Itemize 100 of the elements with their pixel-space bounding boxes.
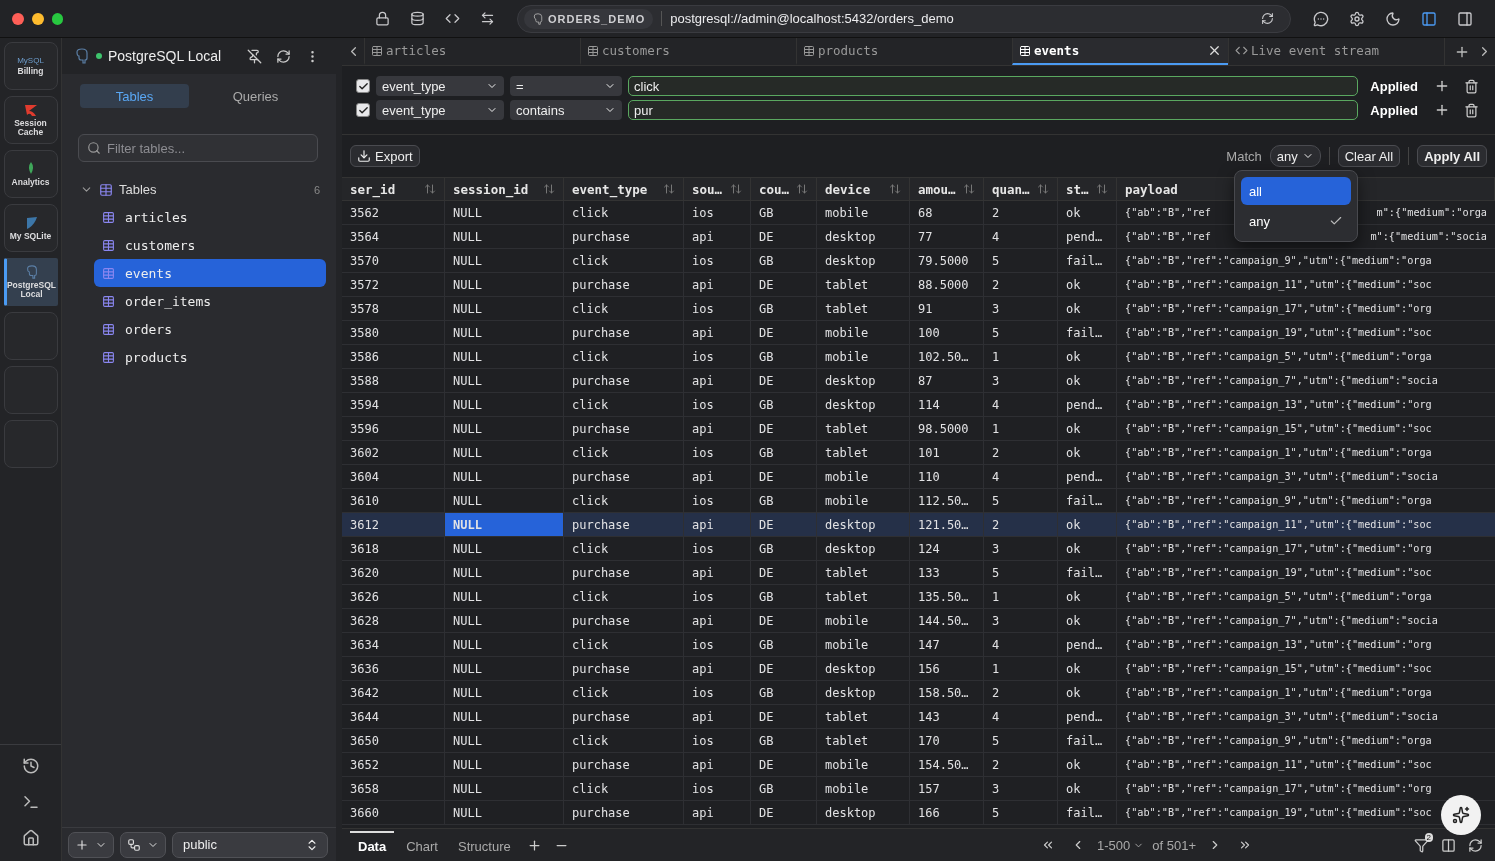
operator-select[interactable]: =	[510, 76, 622, 96]
table-row[interactable]: 3570 NULL click ios GB desktop 79.5000 5 fail… {"ab":"B","ref":"campaign_9","utm":{"medium":"orga	[342, 249, 1495, 273]
page-range-select[interactable]: 1-500	[1097, 837, 1145, 853]
sort-icon[interactable]	[1037, 183, 1049, 195]
moon-icon[interactable]	[1385, 10, 1401, 27]
table-row[interactable]: 3642 NULL click ios GB desktop 158.50… 2 ok {"ab":"B","ref":"campaign_1","utm":{"medium":"orga	[342, 681, 1495, 705]
zoom-window-button[interactable]	[51, 12, 64, 25]
table-row[interactable]: 3620 NULL purchase api DE tablet 133 5 fail… {"ab":"B","ref":"campaign_19","utm":{"medium":"soc	[342, 561, 1495, 585]
sort-icon[interactable]	[963, 183, 975, 195]
table-row[interactable]: 3578 NULL click ios GB tablet 91 3 ok {"ab":"B","ref":"campaign_17","utm":{"medium":"org	[342, 297, 1495, 321]
match-select[interactable]: any	[1269, 145, 1321, 167]
table-row[interactable]: 3588 NULL purchase api DE desktop 87 3 ok {"ab":"B","ref":"campaign_7","utm":{"medium":"socia	[342, 369, 1495, 393]
address-bar[interactable]: ORDERS_DEMO postgresql://admin@localhost:5432/orders_demo	[517, 4, 1291, 33]
table-row[interactable]: 3594 NULL click ios GB desktop 114 4 pend… {"ab":"B","ref":"campaign_13","utm":{"medium":"org	[342, 393, 1495, 417]
column-header[interactable]: event_type	[564, 178, 684, 200]
connection-tile[interactable]: MySQL Billing	[3, 42, 58, 90]
refresh-icon[interactable]	[1261, 12, 1274, 25]
column-header[interactable]: ser_id	[342, 178, 445, 200]
sort-icon[interactable]	[730, 183, 742, 195]
table-row[interactable]: 3626 NULL click ios GB tablet 135.50… 1 ok {"ab":"B","ref":"campaign_5","utm":{"medium":"orga	[342, 585, 1495, 609]
schema-select[interactable]: public	[172, 831, 328, 858]
view-tab[interactable]: Chart	[398, 830, 446, 860]
add-button[interactable]	[68, 831, 114, 858]
tree-item[interactable]: customers	[94, 231, 326, 259]
editor-tab[interactable]: Live event stream	[1228, 38, 1444, 65]
clear-all-button[interactable]: Clear All	[1337, 145, 1401, 167]
table-row[interactable]: 3604 NULL purchase api DE mobile 110 4 pend… {"ab":"B","ref":"campaign_3","utm":{"medium":"socia	[342, 465, 1495, 489]
column-header[interactable]: amou…	[910, 178, 984, 200]
table-row[interactable]: 3602 NULL click ios GB tablet 101 2 ok {"ab":"B","ref":"campaign_1","utm":{"medium":"orga	[342, 441, 1495, 465]
empty-connection-tile[interactable]	[3, 312, 58, 360]
sort-icon[interactable]	[1096, 183, 1108, 195]
table-row[interactable]: 3612 NULL purchase api DE desktop 121.50… 2 ok {"ab":"B","ref":"campaign_11","utm":{"medium":"soc	[342, 513, 1495, 537]
view-tab[interactable]: Structure	[450, 830, 519, 860]
sort-icon[interactable]	[663, 183, 675, 195]
operator-select[interactable]: contains	[510, 100, 622, 120]
tree-item[interactable]: orders	[94, 315, 326, 343]
code-icon[interactable]	[445, 11, 461, 26]
table-row[interactable]: 3618 NULL click ios GB desktop 124 3 ok {"ab":"B","ref":"campaign_17","utm":{"medium":"org	[342, 537, 1495, 561]
sort-icon[interactable]	[889, 183, 901, 195]
connection-tile[interactable]: PostgreSQL Local	[3, 258, 58, 306]
column-header[interactable]: session_id	[445, 178, 564, 200]
column-header[interactable]: st…	[1058, 178, 1117, 200]
table-row[interactable]: 3636 NULL purchase api DE desktop 156 1 ok {"ab":"B","ref":"campaign_15","utm":{"medium":"soc	[342, 657, 1495, 681]
terminal-icon[interactable]	[21, 793, 40, 811]
connection-tile[interactable]: Analytics	[3, 150, 58, 198]
editor-tab[interactable]: customers	[580, 38, 796, 65]
table-row[interactable]: 3634 NULL click ios GB mobile 147 4 pend… {"ab":"B","ref":"campaign_13","utm":{"medium":"org	[342, 633, 1495, 657]
editor-tab[interactable]: events	[1012, 38, 1228, 65]
settings-icon[interactable]	[1349, 10, 1365, 27]
empty-connection-tile[interactable]	[3, 420, 58, 468]
sort-icon[interactable]	[543, 183, 555, 195]
column-header[interactable]: device	[817, 178, 910, 200]
menu-item[interactable]: all	[1241, 177, 1351, 205]
left-panel-icon[interactable]	[1421, 10, 1437, 27]
filter-field[interactable]: Filter tables...	[78, 134, 318, 162]
minimize-window-button[interactable]	[31, 12, 44, 25]
empty-connection-tile[interactable]	[3, 366, 58, 414]
sidebar-tab[interactable]: Queries	[201, 84, 310, 108]
right-panel-icon[interactable]	[1457, 10, 1473, 27]
tree-item[interactable]: products	[94, 343, 326, 371]
lock-icon[interactable]	[375, 11, 391, 26]
table-row[interactable]: 3572 NULL purchase api DE tablet 88.5000 2 ok {"ab":"B","ref":"campaign_11","utm":{"medium":"soc	[342, 273, 1495, 297]
sort-icon[interactable]	[796, 183, 808, 195]
column-header[interactable]: cou…	[751, 178, 817, 200]
view-tab[interactable]: Data	[350, 830, 395, 860]
home-icon[interactable]	[21, 829, 40, 847]
column-select[interactable]: event_type	[376, 76, 504, 96]
table-row[interactable]: 3652 NULL purchase api DE mobile 154.50… 2 ok {"ab":"B","ref":"campaign_11","utm":{"medium":"soc	[342, 753, 1495, 777]
tree-group-label[interactable]: Tables	[119, 182, 308, 197]
sidebar-tab[interactable]: Tables	[80, 84, 189, 108]
filter-value-field[interactable]: pur	[628, 100, 1359, 120]
history-icon[interactable]	[21, 757, 40, 775]
chat-icon[interactable]	[1313, 10, 1329, 27]
export-button[interactable]: Export	[350, 145, 420, 167]
table-row[interactable]: 3586 NULL click ios GB mobile 102.50… 1 ok {"ab":"B","ref":"campaign_5","utm":{"medium":"orga	[342, 345, 1495, 369]
filter-checkbox[interactable]	[356, 103, 370, 117]
apply-all-button[interactable]: Apply All	[1417, 145, 1487, 167]
tree-item[interactable]: events	[94, 259, 326, 287]
tree-item[interactable]: articles	[94, 203, 326, 231]
column-header[interactable]: sou…	[684, 178, 751, 200]
table-row[interactable]: 3580 NULL purchase api DE mobile 100 5 fail… {"ab":"B","ref":"campaign_19","utm":{"medium":"soc	[342, 321, 1495, 345]
filter-checkbox[interactable]	[356, 79, 370, 93]
column-select[interactable]: event_type	[376, 100, 504, 120]
close-icon[interactable]	[1207, 43, 1222, 58]
tree-item[interactable]: order_items	[94, 287, 326, 315]
table-row[interactable]: 3644 NULL purchase api DE tablet 143 4 pend… {"ab":"B","ref":"campaign_3","utm":{"medium":"socia	[342, 705, 1495, 729]
database-icon[interactable]	[410, 11, 426, 26]
table-row[interactable]: 3658 NULL click ios GB mobile 157 3 ok {"ab":"B","ref":"campaign_17","utm":{"medium":"org	[342, 777, 1495, 801]
editor-tab[interactable]: articles	[364, 38, 580, 65]
column-header[interactable]: quan…	[984, 178, 1058, 200]
table-row[interactable]: 3628 NULL purchase api DE mobile 144.50… 3 ok {"ab":"B","ref":"campaign_7","utm":{"medium":"socia	[342, 609, 1495, 633]
close-window-button[interactable]	[12, 12, 24, 25]
table-row[interactable]: 3650 NULL click ios GB tablet 170 5 fail… {"ab":"B","ref":"campaign_9","utm":{"medium":"orga	[342, 729, 1495, 753]
swap-arrows-icon[interactable]	[480, 11, 496, 26]
diagram-button[interactable]	[120, 831, 166, 858]
connection-tile[interactable]: Session Cache	[3, 96, 58, 144]
filter-value-field[interactable]: click	[628, 76, 1359, 96]
table-row[interactable]: 3596 NULL purchase api DE tablet 98.5000 1 ok {"ab":"B","ref":"campaign_15","utm":{"medium":"soc	[342, 417, 1495, 441]
connection-tile[interactable]: My SQLite	[3, 204, 58, 252]
sort-icon[interactable]	[424, 183, 436, 195]
